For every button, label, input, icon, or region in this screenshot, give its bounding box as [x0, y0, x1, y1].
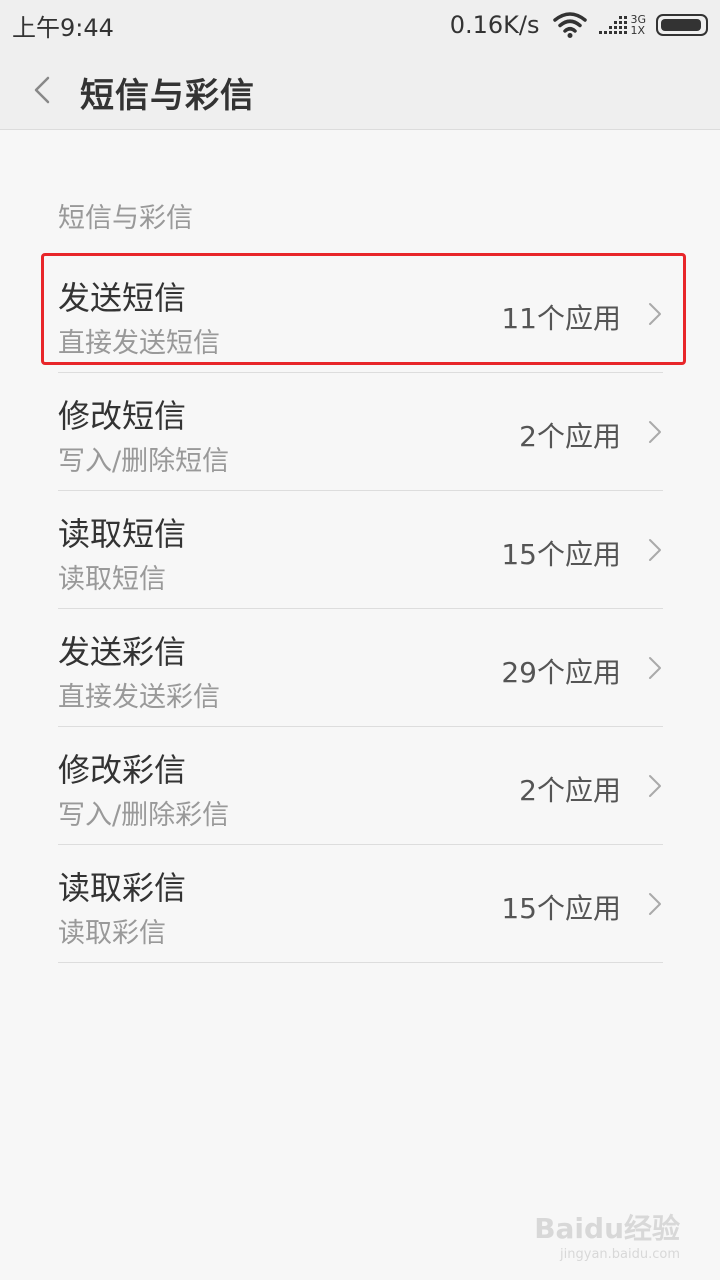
chevron-right-icon [649, 775, 661, 797]
item-app-count: 15个应用 [501, 538, 621, 571]
chevron-right-icon [649, 303, 661, 325]
item-app-count: 2个应用 [519, 420, 621, 453]
item-app-count: 11个应用 [501, 302, 621, 335]
item-title: 读取彩信 [58, 869, 187, 907]
item-subtitle: 写入/删除短信 [58, 446, 230, 477]
watermark: Baidu经验 jingyan.baidu.com [534, 1207, 680, 1262]
battery-icon [656, 14, 708, 36]
list-item-read-mms[interactable]: 读取彩信 读取彩信 15个应用 [58, 845, 663, 963]
signal-icon [599, 16, 628, 34]
chevron-left-icon[interactable] [28, 72, 58, 108]
status-icons: 0.16K/s 3G 1X [450, 8, 708, 42]
item-app-count: 2个应用 [519, 774, 621, 807]
list-item-send-mms[interactable]: 发送彩信 直接发送彩信 29个应用 [58, 609, 663, 727]
item-title: 修改彩信 [58, 751, 187, 789]
page-title: 短信与彩信 [80, 76, 255, 116]
item-subtitle: 读取短信 [58, 564, 166, 595]
list-item-send-sms[interactable]: 发送短信 直接发送短信 11个应用 [58, 255, 663, 373]
item-subtitle: 直接发送短信 [58, 328, 220, 359]
section-header: 短信与彩信 [58, 203, 193, 234]
chevron-right-icon [649, 657, 661, 679]
network-type-bottom: 1X [630, 24, 646, 37]
status-time: 上午9:44 [12, 14, 114, 42]
chevron-right-icon [649, 893, 661, 915]
item-app-count: 15个应用 [501, 892, 621, 925]
title-bar: 短信与彩信 [0, 50, 720, 130]
permission-list: 发送短信 直接发送短信 11个应用 修改短信 写入/删除短信 2个应用 读取短信… [58, 255, 663, 963]
item-title: 发送短信 [58, 279, 187, 317]
status-bar: 上午9:44 0.16K/s 3G 1X [0, 0, 720, 50]
battery-level [661, 19, 701, 31]
item-subtitle: 写入/删除彩信 [58, 800, 230, 831]
watermark-url: jingyan.baidu.com [560, 1247, 680, 1262]
list-item-modify-sms[interactable]: 修改短信 写入/删除短信 2个应用 [58, 373, 663, 491]
chevron-right-icon [649, 539, 661, 561]
item-app-count: 29个应用 [501, 656, 621, 689]
item-subtitle: 直接发送彩信 [58, 682, 220, 713]
watermark-logo: Baidu经验 [534, 1212, 680, 1245]
wifi-icon [553, 12, 588, 38]
chevron-right-icon [649, 421, 661, 443]
item-subtitle: 读取彩信 [58, 918, 166, 949]
list-item-modify-mms[interactable]: 修改彩信 写入/删除彩信 2个应用 [58, 727, 663, 845]
item-title: 发送彩信 [58, 633, 187, 671]
signal-group: 3G 1X [599, 14, 646, 36]
list-item-read-sms[interactable]: 读取短信 读取短信 15个应用 [58, 491, 663, 609]
item-title: 读取短信 [58, 515, 187, 553]
item-title: 修改短信 [58, 397, 187, 435]
network-speed: 0.16K/s [449, 11, 540, 39]
network-type: 3G 1X [630, 14, 646, 36]
